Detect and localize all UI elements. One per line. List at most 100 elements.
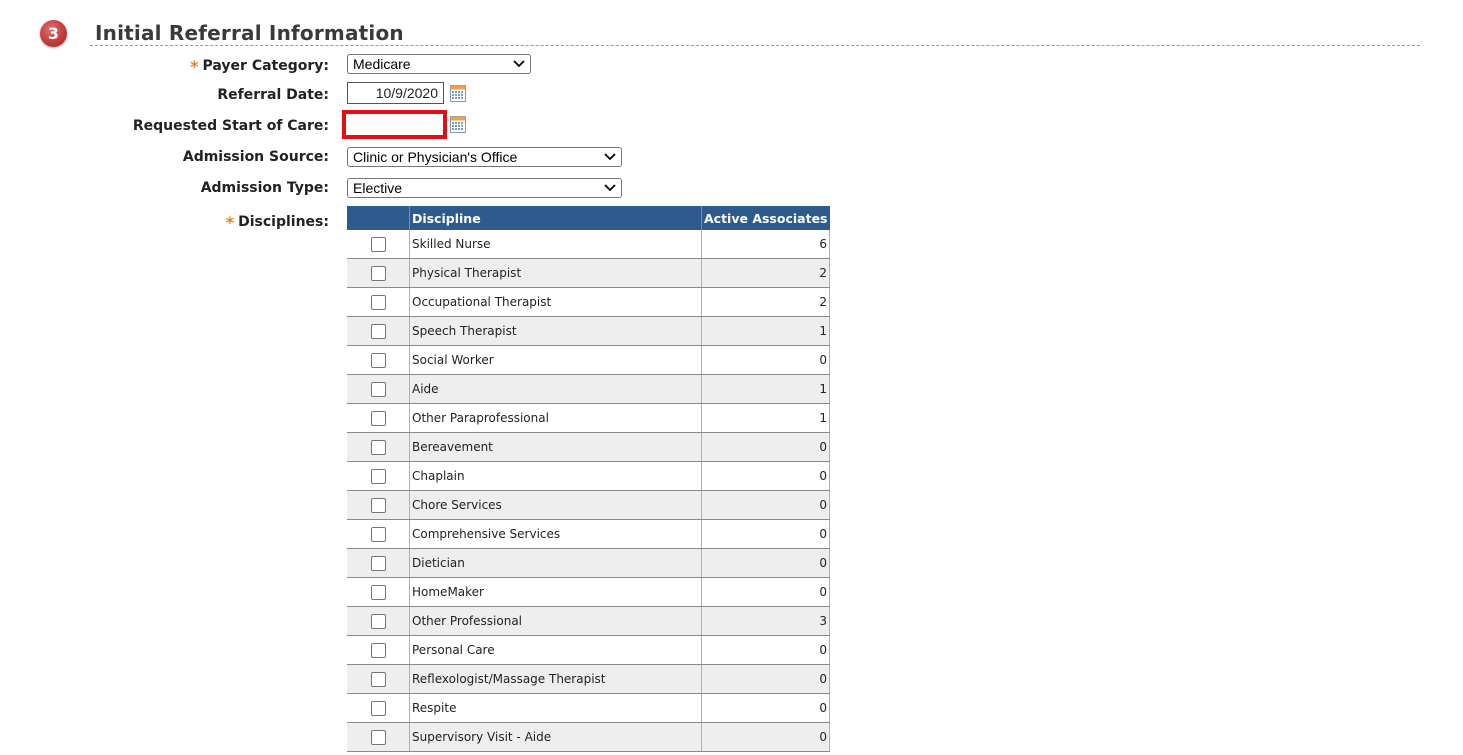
discipline-checkbox[interactable] xyxy=(370,381,386,397)
table-row: Chaplain 0 xyxy=(347,461,830,491)
admission-source-value: Clinic or Physician's Office xyxy=(353,149,518,165)
discipline-name: Reflexologist/Massage Therapist xyxy=(409,664,702,694)
discipline-name: Personal Care xyxy=(409,635,702,665)
admission-type-label: Admission Type: xyxy=(200,180,329,196)
row-select-cell xyxy=(347,693,410,723)
section-divider xyxy=(90,45,1420,46)
discipline-checkbox[interactable] xyxy=(370,352,386,368)
referral-date-label: Referral Date: xyxy=(217,87,329,103)
payer-category-label: * Payer Category: xyxy=(190,57,329,76)
table-row: HomeMaker 0 xyxy=(347,577,830,607)
admission-type-value: Elective xyxy=(353,180,403,196)
table-header-row: Discipline Active Associates xyxy=(347,206,830,230)
active-associates-count: 0 xyxy=(701,635,830,665)
table-row: Skilled Nurse 6 xyxy=(347,230,830,259)
discipline-checkbox[interactable] xyxy=(370,642,386,658)
chevron-down-icon xyxy=(604,153,616,161)
table-row: Chore Services 0 xyxy=(347,490,830,520)
active-associates-count: 1 xyxy=(701,374,830,404)
table-row: Speech Therapist 1 xyxy=(347,316,830,346)
discipline-name: Speech Therapist xyxy=(409,316,702,346)
discipline-checkbox[interactable] xyxy=(370,265,386,281)
discipline-checkbox[interactable] xyxy=(370,236,386,252)
discipline-checkbox[interactable] xyxy=(370,729,386,745)
requested-start-of-care-label: Requested Start of Care: xyxy=(132,118,329,134)
discipline-checkbox[interactable] xyxy=(370,497,386,513)
discipline-checkbox[interactable] xyxy=(370,700,386,716)
payer-category-select[interactable]: Medicare xyxy=(347,54,531,74)
row-select-cell xyxy=(347,577,410,607)
discipline-name: HomeMaker xyxy=(409,577,702,607)
active-associates-count: 0 xyxy=(701,548,830,578)
active-associates-count: 0 xyxy=(701,722,830,752)
header-discipline[interactable]: Discipline xyxy=(409,206,702,230)
referral-date-input[interactable]: 10/9/2020 xyxy=(347,82,444,104)
header-active-associates[interactable]: Active Associates xyxy=(701,206,830,230)
discipline-name: Other Paraprofessional xyxy=(409,403,702,433)
table-row: Social Worker 0 xyxy=(347,345,830,375)
discipline-checkbox[interactable] xyxy=(370,584,386,600)
table-row: Supervisory Visit - Aide 0 xyxy=(347,722,830,752)
disciplines-table: Discipline Active Associates Skilled Nur… xyxy=(347,206,830,752)
section-title: Initial Referral Information xyxy=(95,21,404,45)
discipline-checkbox[interactable] xyxy=(370,613,386,629)
header-select xyxy=(347,206,410,230)
chevron-down-icon xyxy=(513,60,525,68)
discipline-name: Skilled Nurse xyxy=(409,230,702,259)
row-select-cell xyxy=(347,316,410,346)
calendar-icon[interactable] xyxy=(450,85,466,102)
table-row: Respite 0 xyxy=(347,693,830,723)
discipline-checkbox[interactable] xyxy=(370,671,386,687)
row-select-cell xyxy=(347,490,410,520)
row-select-cell xyxy=(347,461,410,491)
admission-source-label: Admission Source: xyxy=(182,149,329,165)
table-row: Other Paraprofessional 1 xyxy=(347,403,830,433)
row-select-cell xyxy=(347,287,410,317)
active-associates-count: 0 xyxy=(701,693,830,723)
discipline-name: Bereavement xyxy=(409,432,702,462)
table-row: Dietician 0 xyxy=(347,548,830,578)
discipline-name: Chaplain xyxy=(409,461,702,491)
row-select-cell xyxy=(347,403,410,433)
chevron-down-icon xyxy=(604,184,616,192)
table-row: Other Professional 3 xyxy=(347,606,830,636)
discipline-name: Physical Therapist xyxy=(409,258,702,288)
discipline-name: Dietician xyxy=(409,548,702,578)
calendar-icon[interactable] xyxy=(450,116,466,133)
discipline-checkbox[interactable] xyxy=(370,526,386,542)
row-select-cell xyxy=(347,635,410,665)
discipline-name: Aide xyxy=(409,374,702,404)
discipline-checkbox[interactable] xyxy=(370,439,386,455)
discipline-checkbox[interactable] xyxy=(370,468,386,484)
discipline-name: Comprehensive Services xyxy=(409,519,702,549)
step-number-icon: 3 xyxy=(40,20,67,47)
table-row: Aide 1 xyxy=(347,374,830,404)
admission-type-select[interactable]: Elective xyxy=(347,178,622,198)
active-associates-count: 1 xyxy=(701,316,830,346)
required-marker: * xyxy=(225,213,235,232)
discipline-checkbox[interactable] xyxy=(370,323,386,339)
requested-start-of-care-input[interactable] xyxy=(342,110,447,139)
active-associates-count: 6 xyxy=(701,230,830,259)
row-select-cell xyxy=(347,606,410,636)
table-row: Bereavement 0 xyxy=(347,432,830,462)
discipline-checkbox[interactable] xyxy=(370,410,386,426)
active-associates-count: 0 xyxy=(701,432,830,462)
row-select-cell xyxy=(347,519,410,549)
active-associates-count: 0 xyxy=(701,461,830,491)
discipline-name: Social Worker xyxy=(409,345,702,375)
active-associates-count: 0 xyxy=(701,490,830,520)
discipline-name: Respite xyxy=(409,693,702,723)
row-select-cell xyxy=(347,345,410,375)
discipline-checkbox[interactable] xyxy=(370,294,386,310)
admission-source-select[interactable]: Clinic or Physician's Office xyxy=(347,147,622,167)
row-select-cell xyxy=(347,258,410,288)
table-row: Physical Therapist 2 xyxy=(347,258,830,288)
row-select-cell xyxy=(347,548,410,578)
table-row: Occupational Therapist 2 xyxy=(347,287,830,317)
table-row: Comprehensive Services 0 xyxy=(347,519,830,549)
row-select-cell xyxy=(347,722,410,752)
discipline-name: Chore Services xyxy=(409,490,702,520)
discipline-checkbox[interactable] xyxy=(370,555,386,571)
active-associates-count: 2 xyxy=(701,287,830,317)
